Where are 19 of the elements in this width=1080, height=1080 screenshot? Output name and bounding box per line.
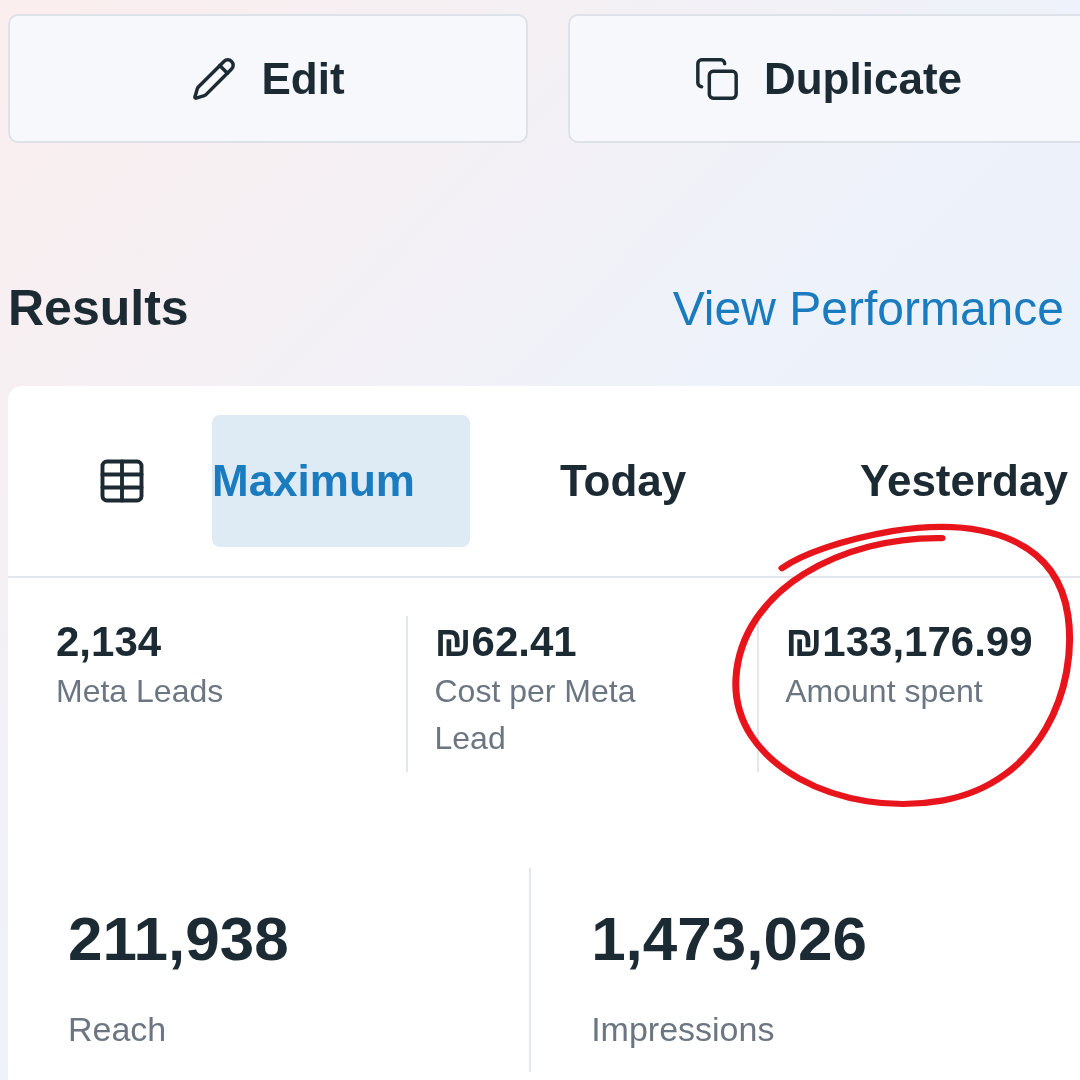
metric-label: Meta Leads [56,672,225,711]
date-tab[interactable]: Today [470,415,770,547]
metric-value: 2,134 [56,617,163,667]
metric-value: 211,938 [68,904,290,974]
view-performance-link[interactable]: View Performance [672,272,1064,345]
metric-label: Amount spent [785,672,984,711]
metric-label: Reach [68,1009,168,1050]
edit-button[interactable]: Edit [8,14,528,143]
date-tab[interactable]: Yesterday [770,415,1070,547]
metric-value: ₪62.41 [434,617,578,667]
metric-value: ₪133,176.99 [785,617,1034,667]
pencil-icon [191,55,238,102]
copy-icon [693,55,740,102]
metric-label: Cost per Meta Lead [434,672,637,758]
metric-label: Impressions [591,1009,776,1050]
section-title: Results [8,279,189,338]
duplicate-button[interactable]: Duplicate [568,14,1080,143]
metric-value: 1,473,026 [591,904,868,974]
date-tab[interactable]: Maximum [212,415,470,547]
